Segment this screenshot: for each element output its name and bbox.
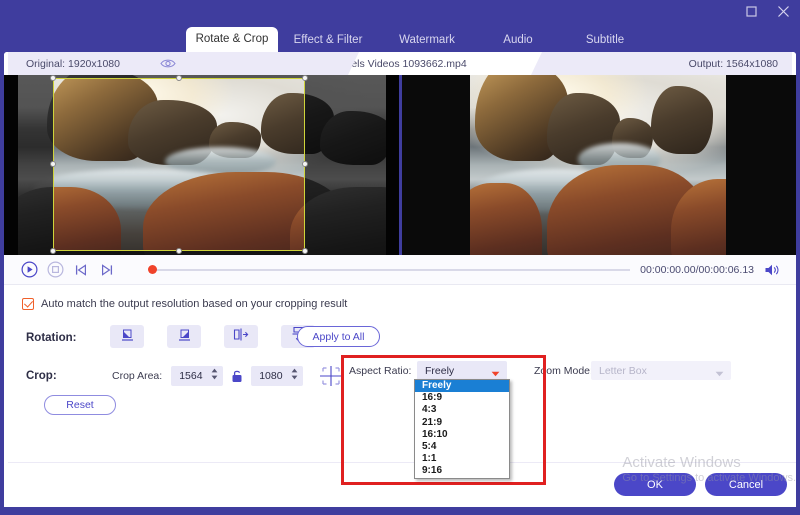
letterbox-bar-right xyxy=(726,75,796,255)
preview-divider xyxy=(399,75,401,255)
output-resolution-label: Output: 1564x1080 xyxy=(688,57,778,70)
apply-to-all-button[interactable]: Apply to All xyxy=(297,326,380,347)
crop-area-group: Crop Area: 1564 1080 xyxy=(112,364,346,388)
auto-match-label: Auto match the output resolution based o… xyxy=(41,298,348,310)
window-bottom-strip xyxy=(0,507,800,515)
volume-icon[interactable] xyxy=(762,260,782,280)
aspect-ratio-dropdown-list[interactable]: Freely 16:9 4:3 21:9 16:10 5:4 1:1 9:16 xyxy=(414,379,510,479)
crop-handle-bottom-right[interactable] xyxy=(302,248,308,254)
aspect-ratio-option-16-10[interactable]: 16:10 xyxy=(415,429,509,441)
output-preview-pane xyxy=(400,75,796,255)
crop-height-input[interactable]: 1080 xyxy=(251,366,304,386)
seek-track xyxy=(154,268,631,271)
resolution-info-bar: Pexels Videos 1093662.mp4 Original: 1920… xyxy=(4,52,796,75)
aspect-ratio-option-16-9[interactable]: 16:9 xyxy=(415,392,509,404)
original-preview-pane[interactable] xyxy=(4,75,400,255)
zoom-mode-value: Letter Box xyxy=(599,364,647,377)
original-resolution-label: Original: 1920x1080 xyxy=(26,57,120,70)
aspect-ratio-option-9-16[interactable]: 9:16 xyxy=(415,465,509,477)
tab-effect-filter[interactable]: Effect & Filter xyxy=(278,29,378,52)
next-frame-icon[interactable] xyxy=(96,259,118,281)
rock-shape xyxy=(650,85,713,155)
crop-height-stepper[interactable] xyxy=(291,368,298,380)
crop-handle-bottom-left[interactable] xyxy=(50,248,56,254)
window-controls xyxy=(742,2,792,20)
crop-height-value: 1080 xyxy=(259,370,283,382)
tab-subtitle[interactable]: Subtitle xyxy=(560,29,650,52)
previous-frame-icon[interactable] xyxy=(70,259,92,281)
ok-button[interactable]: OK xyxy=(614,473,696,496)
video-editor-window: Rotate & Crop Effect & Filter Watermark … xyxy=(0,0,800,515)
crop-handle-top-right[interactable] xyxy=(302,75,308,81)
crop-label: Crop: xyxy=(26,370,57,382)
aspect-ratio-value: Freely xyxy=(425,364,455,377)
crop-handle-top-left[interactable] xyxy=(50,75,56,81)
crop-width-input[interactable]: 1564 xyxy=(171,366,224,386)
cropped-video-frame xyxy=(449,75,775,255)
timecode-label: 00:00:00.00/00:00:06.13 xyxy=(640,263,754,276)
aspect-ratio-option-4-3[interactable]: 4:3 xyxy=(415,404,509,416)
crop-grid-icon[interactable] xyxy=(316,364,346,388)
lock-icon[interactable] xyxy=(230,368,244,384)
crop-handle-middle-left[interactable] xyxy=(50,161,56,167)
crop-handle-top-center[interactable] xyxy=(176,75,182,81)
crop-width-stepper[interactable] xyxy=(211,368,218,380)
flip-horizontal-icon xyxy=(233,327,249,347)
reset-button[interactable]: Reset xyxy=(44,395,116,415)
aspect-ratio-label: Aspect Ratio: xyxy=(349,365,412,377)
stop-icon[interactable] xyxy=(44,259,66,281)
output-resolution-group: Output: 1564x1080 xyxy=(531,52,792,75)
maximize-icon[interactable] xyxy=(742,2,760,20)
auto-match-checkbox-row[interactable]: Auto match the output resolution based o… xyxy=(22,298,347,310)
rotate-left-button[interactable] xyxy=(110,325,144,348)
preview-area xyxy=(4,75,796,255)
zoom-mode-select: Letter Box xyxy=(591,361,731,380)
aspect-ratio-option-21-9[interactable]: 21:9 xyxy=(415,417,509,429)
dialog-footer: OK Cancel xyxy=(8,462,796,507)
rotate-right-button[interactable] xyxy=(167,325,201,348)
close-icon[interactable] xyxy=(774,2,792,20)
rotate-left-icon xyxy=(120,327,135,347)
flip-horizontal-button[interactable] xyxy=(224,325,258,348)
cancel-button[interactable]: Cancel xyxy=(705,473,787,496)
crop-handle-bottom-center[interactable] xyxy=(176,248,182,254)
crop-handle-middle-right[interactable] xyxy=(302,161,308,167)
aspect-ratio-option-freely[interactable]: Freely xyxy=(415,380,509,393)
playback-control-bar: 00:00:00.00/00:00:06.13 xyxy=(4,255,796,285)
crop-dim-right xyxy=(305,75,400,255)
tab-rotate-crop[interactable]: Rotate & Crop xyxy=(186,27,278,52)
seek-bar[interactable] xyxy=(144,259,631,281)
eye-icon[interactable] xyxy=(160,58,176,69)
play-icon[interactable] xyxy=(18,259,40,281)
aspect-ratio-option-5-4[interactable]: 5:4 xyxy=(415,441,509,453)
zoom-mode-label: Zoom Mode: xyxy=(534,365,593,377)
chevron-down-icon xyxy=(715,368,724,380)
seek-playhead[interactable] xyxy=(148,265,157,274)
tab-watermark[interactable]: Watermark xyxy=(378,29,476,52)
letterbox-bar-left xyxy=(402,75,470,255)
auto-match-checkbox[interactable] xyxy=(22,298,34,310)
crop-area-label: Crop Area: xyxy=(112,370,163,382)
crop-width-value: 1564 xyxy=(179,370,203,382)
rotation-button-group xyxy=(110,325,315,348)
crop-dim-left xyxy=(4,75,53,255)
original-resolution-group: Original: 1920x1080 xyxy=(8,52,359,75)
tab-audio[interactable]: Audio xyxy=(476,29,560,52)
title-bar xyxy=(0,0,800,24)
aspect-ratio-select[interactable]: Freely xyxy=(417,361,507,380)
rotation-label: Rotation: xyxy=(26,332,77,344)
rotate-right-icon xyxy=(177,327,192,347)
tab-bar: Rotate & Crop Effect & Filter Watermark … xyxy=(0,24,800,52)
aspect-ratio-option-1-1[interactable]: 1:1 xyxy=(415,453,509,465)
main-panel: Pexels Videos 1093662.mp4 Original: 1920… xyxy=(4,52,796,507)
